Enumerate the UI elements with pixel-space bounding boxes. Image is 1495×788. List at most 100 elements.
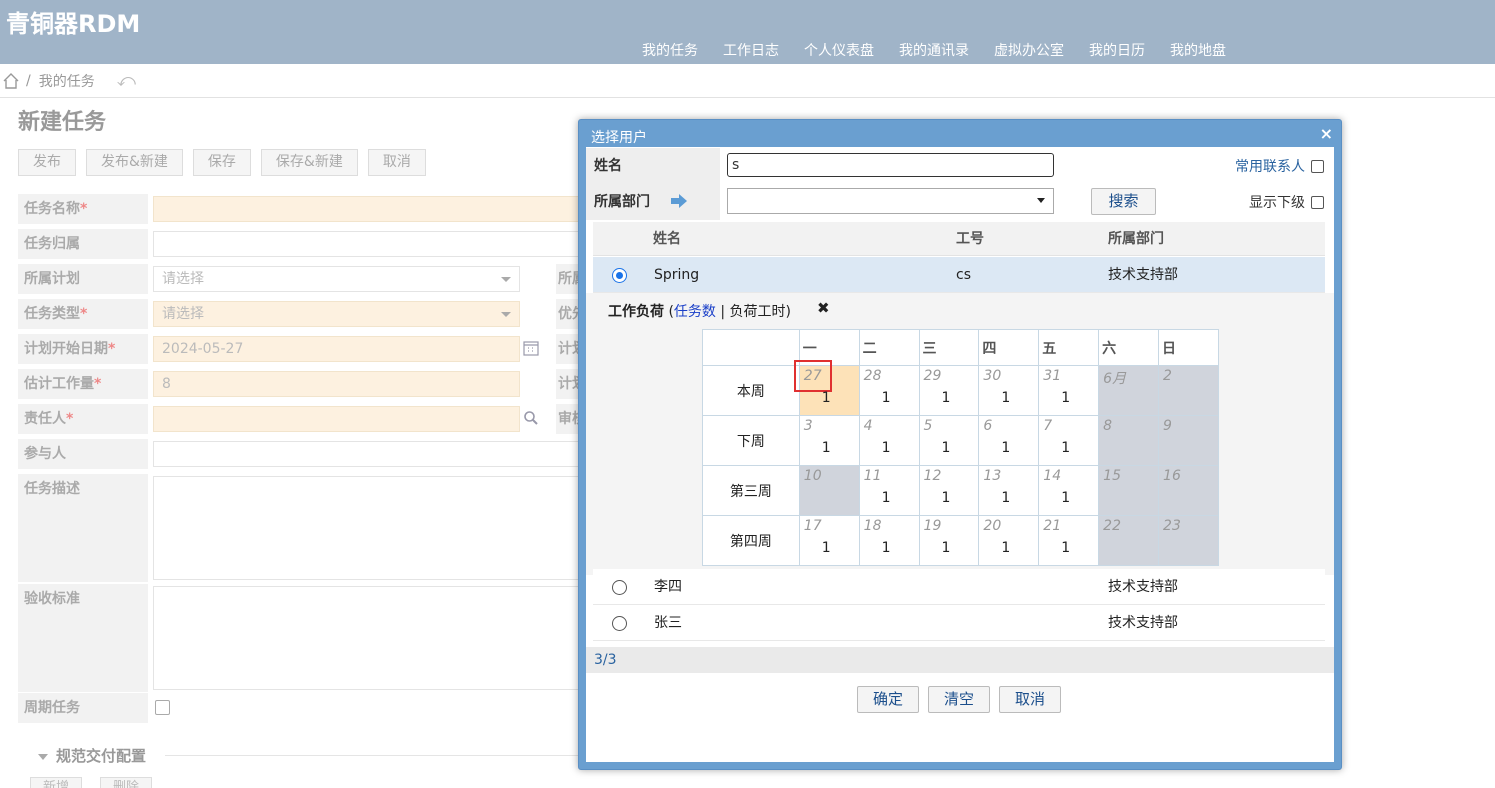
calendar-day[interactable]: 14 1	[1038, 465, 1100, 516]
table-row[interactable]: Spring cs 技术支持部	[593, 257, 1325, 293]
day-number: 31	[1043, 368, 1062, 384]
calendar-day[interactable]: 28 1	[858, 365, 920, 416]
calendar-day[interactable]: 19 1	[918, 515, 980, 566]
task-owner-input[interactable]	[153, 231, 603, 257]
page-title: 新建任务	[18, 110, 107, 135]
name-search-input[interactable]: s	[727, 153, 1054, 177]
close-icon[interactable]: ×	[1320, 124, 1333, 143]
calendar-day[interactable]: 16	[1158, 465, 1219, 516]
calendar-day[interactable]: 17 1	[798, 515, 860, 566]
nav-dashboard[interactable]: 个人仪表盘	[804, 40, 874, 60]
assignee-input[interactable]	[153, 406, 520, 432]
calendar-day[interactable]: 30 1	[978, 365, 1040, 416]
back-arrow-icon[interactable]: ⤺	[117, 70, 136, 91]
calendar-icon[interactable]	[523, 340, 539, 356]
calendar-day[interactable]: 71	[1038, 415, 1100, 466]
close-workload-icon[interactable]: ✖	[817, 299, 830, 317]
week-label: 下周	[702, 415, 800, 466]
user-radio[interactable]	[612, 580, 627, 595]
add-button[interactable]: 新增	[30, 777, 83, 788]
effort-input[interactable]: 8	[153, 371, 520, 397]
user-radio[interactable]	[612, 616, 627, 631]
start-date-input[interactable]: 2024-05-27	[153, 336, 520, 362]
plan-select[interactable]: 请选择	[153, 266, 520, 292]
task-count-link[interactable]: 任务数	[674, 304, 716, 320]
calendar-day[interactable]: 31	[798, 415, 860, 466]
nav-calendar[interactable]: 我的日历	[1089, 40, 1145, 60]
publish-button[interactable]: 发布	[18, 149, 76, 176]
calendar-day[interactable]: 13 1	[978, 465, 1040, 516]
recurring-label: 周期任务	[18, 693, 148, 723]
participants-input[interactable]	[153, 441, 603, 467]
week-label: 第三周	[702, 465, 800, 516]
nav-contacts[interactable]: 我的通讯录	[899, 40, 969, 60]
calendar-day[interactable]: 11 1	[858, 465, 920, 516]
task-count: 1	[881, 490, 891, 506]
search-button[interactable]: 搜索	[1091, 188, 1156, 215]
calendar-day[interactable]: 20 1	[978, 515, 1040, 566]
breadcrumb-current[interactable]: 我的任务	[39, 71, 95, 91]
table-row[interactable]: 李四 技术支持部	[593, 569, 1325, 605]
chevron-down-icon	[1037, 198, 1045, 203]
task-owner-label: 任务归属	[18, 229, 148, 259]
calendar-day[interactable]: 12 1	[918, 465, 980, 516]
calendar-day[interactable]: 6月	[1098, 365, 1160, 416]
nav-my-space[interactable]: 我的地盘	[1170, 40, 1226, 60]
calendar-day[interactable]: 9	[1158, 415, 1219, 466]
table-row[interactable]: 张三 技术支持部	[593, 605, 1325, 641]
nav-virtual-office[interactable]: 虚拟办公室	[994, 40, 1064, 60]
task-name-input[interactable]	[153, 196, 603, 222]
nav-my-tasks[interactable]: 我的任务	[642, 40, 698, 60]
calendar-day[interactable]: 21 1	[1038, 515, 1100, 566]
acceptance-textarea[interactable]	[153, 586, 603, 690]
home-icon[interactable]	[2, 72, 20, 90]
publish-new-button[interactable]: 发布&新建	[86, 149, 183, 176]
load-hours-link[interactable]: 负荷工时	[730, 304, 786, 320]
delete-button[interactable]: 删除	[100, 777, 153, 788]
frequent-contacts-label[interactable]: 常用联系人	[1235, 156, 1305, 176]
search-icon[interactable]	[523, 410, 539, 426]
calendar-day[interactable]: 8	[1098, 415, 1160, 466]
calendar-day[interactable]: 23	[1158, 515, 1219, 566]
calendar-day[interactable]: 61	[978, 415, 1040, 466]
calendar-day[interactable]: 18 1	[858, 515, 920, 566]
day-number: 18	[863, 518, 882, 534]
workload-calendar: 一 二 三 四 五 六 日 本周 27 1 28 1 29 1 30 1 31 1 6月 …	[702, 329, 1219, 566]
nav-work-log[interactable]: 工作日志	[723, 40, 779, 60]
dept-select[interactable]	[727, 188, 1054, 214]
day-number: 29	[923, 368, 942, 384]
calendar-day[interactable]: 15	[1098, 465, 1160, 516]
collapse-arrow-icon[interactable]	[38, 753, 48, 760]
frequent-contacts-checkbox[interactable]	[1311, 159, 1324, 173]
confirm-button[interactable]: 确定	[857, 686, 920, 713]
task-count: 1	[821, 440, 831, 456]
show-sub-checkbox[interactable]	[1311, 195, 1324, 209]
cancel-button[interactable]: 取消	[367, 149, 426, 176]
arrow-right-icon[interactable]	[670, 193, 688, 209]
task-count: 1	[1061, 390, 1071, 406]
calendar-day[interactable]: 27 1	[793, 360, 860, 416]
save-new-button[interactable]: 保存&新建	[260, 149, 358, 176]
workload-panel: 工作负荷 (任务数 | 负荷工时) ✖ 一 二 三 四 五 六 日 本周 27 1	[586, 293, 1334, 575]
calendar-day[interactable]: 10	[798, 465, 860, 516]
save-button[interactable]: 保存	[192, 149, 251, 176]
calendar-day[interactable]: 31 1	[1038, 365, 1100, 416]
calendar-day[interactable]: 29 1	[918, 365, 980, 416]
calendar-day[interactable]: 41	[858, 415, 920, 466]
day-number: 5	[923, 418, 933, 434]
day-number: 17	[803, 518, 822, 534]
calendar-day[interactable]: 51	[918, 415, 980, 466]
dialog-cancel-button[interactable]: 取消	[999, 686, 1062, 713]
recurring-checkbox[interactable]	[155, 700, 170, 715]
user-radio[interactable]	[612, 268, 627, 283]
calendar-day[interactable]: 2	[1158, 365, 1219, 416]
section-divider	[165, 755, 585, 756]
calendar-day[interactable]: 22	[1098, 515, 1160, 566]
weekday-header: 四	[978, 329, 1040, 366]
description-textarea[interactable]	[153, 476, 603, 580]
task-name-label: 任务名称	[24, 201, 80, 217]
show-sub-label[interactable]: 显示下级	[1249, 192, 1305, 212]
clear-button[interactable]: 清空	[928, 686, 991, 713]
task-type-select[interactable]: 请选择	[153, 301, 520, 327]
pager: 3/3	[586, 647, 1334, 673]
